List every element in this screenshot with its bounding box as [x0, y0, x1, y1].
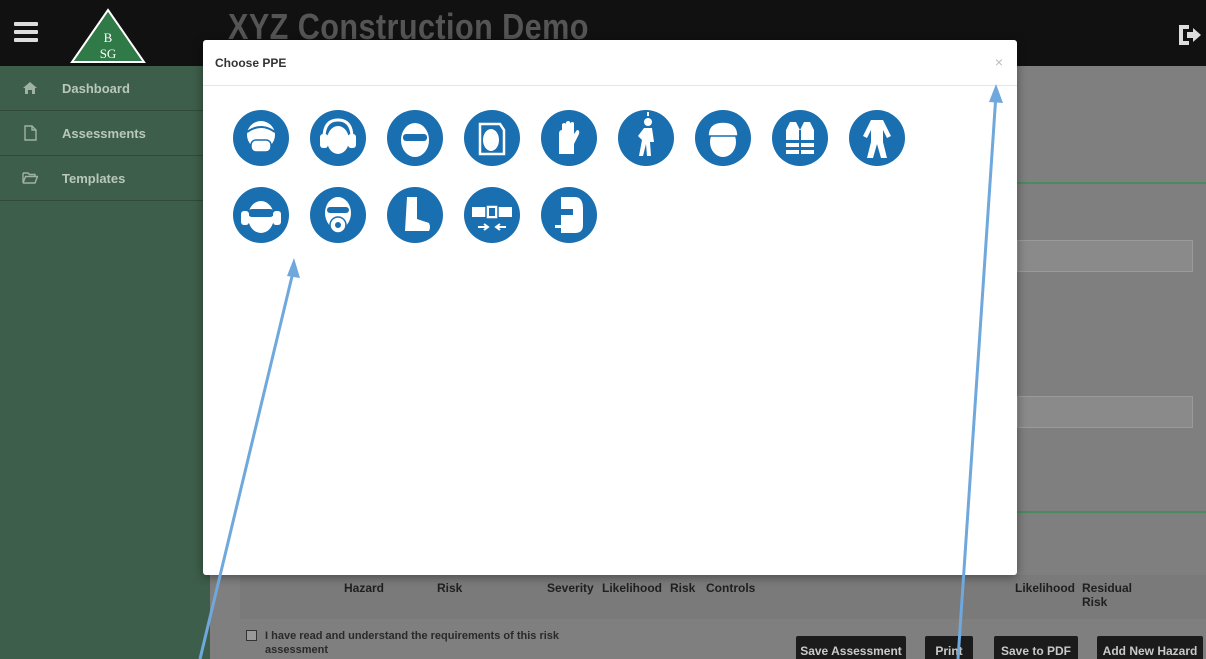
column-header-residual-likelihood: Likelihood: [1015, 581, 1075, 595]
sidebar: Dashboard Assessments Templates: [0, 66, 210, 659]
column-header-hazard: Hazard: [344, 581, 385, 595]
agreement-checkbox-row[interactable]: I have read and understand the requireme…: [246, 629, 565, 657]
face-mask-icon[interactable]: [233, 110, 289, 166]
section-divider: [1017, 511, 1206, 513]
column-header-residual-risk: Residual Risk: [1082, 581, 1133, 609]
company-logo: B SG: [70, 8, 146, 63]
form-field[interactable]: [1017, 396, 1193, 428]
gloves-icon[interactable]: [541, 110, 597, 166]
sidebar-item-label: Templates: [62, 170, 126, 186]
logo-text-top: B: [104, 30, 113, 45]
sidebar-item-label: Assessments: [62, 125, 146, 141]
menu-icon[interactable]: [14, 22, 38, 42]
column-header-severity: Severity: [547, 581, 594, 595]
save-to-pdf-button[interactable]: Save to PDF: [994, 636, 1078, 659]
sidebar-item-label: Dashboard: [62, 80, 130, 96]
modal-title: Choose PPE: [215, 56, 287, 70]
column-header-risk-rating: Risk: [670, 581, 696, 595]
logout-icon[interactable]: [1176, 22, 1202, 48]
sidebar-item-assessments[interactable]: Assessments: [0, 111, 210, 156]
close-icon[interactable]: ×: [995, 54, 1003, 70]
add-new-hazard-button[interactable]: Add New Hazard: [1097, 636, 1203, 659]
seat-belt-icon[interactable]: [464, 187, 520, 243]
hard-hat-icon[interactable]: [695, 110, 751, 166]
agreement-checkbox[interactable]: [246, 630, 257, 641]
column-header-likelihood: Likelihood: [602, 581, 662, 595]
save-assessment-button[interactable]: Save Assessment: [796, 636, 906, 659]
hi-vis-vest-icon[interactable]: [772, 110, 828, 166]
logo-text-bottom: SG: [100, 46, 117, 61]
form-field[interactable]: [1017, 240, 1193, 272]
safety-glasses-icon[interactable]: [387, 110, 443, 166]
print-button[interactable]: Print: [925, 636, 973, 659]
section-divider: [1017, 182, 1206, 184]
face-shield-icon[interactable]: [464, 110, 520, 166]
document-icon: [24, 125, 37, 141]
safety-boots-icon[interactable]: [387, 187, 443, 243]
welding-mask-icon[interactable]: [541, 187, 597, 243]
folder-open-icon: [22, 172, 38, 184]
coveralls-icon[interactable]: [849, 110, 905, 166]
sidebar-item-templates[interactable]: Templates: [0, 156, 210, 201]
respirator-icon[interactable]: [310, 187, 366, 243]
hazard-table-header: Hazard Risk Severity Likelihood Risk Con…: [240, 575, 1206, 619]
ear-defenders-icon[interactable]: [310, 110, 366, 166]
agreement-text: I have read and understand the requireme…: [265, 630, 560, 656]
choose-ppe-modal: Choose PPE ×: [203, 40, 1017, 575]
home-icon: [23, 82, 37, 94]
sidebar-item-dashboard[interactable]: Dashboard: [0, 66, 210, 111]
safety-harness-icon[interactable]: [618, 110, 674, 166]
goggles-and-ear-defenders-icon[interactable]: [233, 187, 289, 243]
column-header-risk: Risk: [437, 581, 463, 595]
column-header-controls: Controls: [706, 581, 756, 595]
modal-header: Choose PPE ×: [203, 40, 1017, 86]
